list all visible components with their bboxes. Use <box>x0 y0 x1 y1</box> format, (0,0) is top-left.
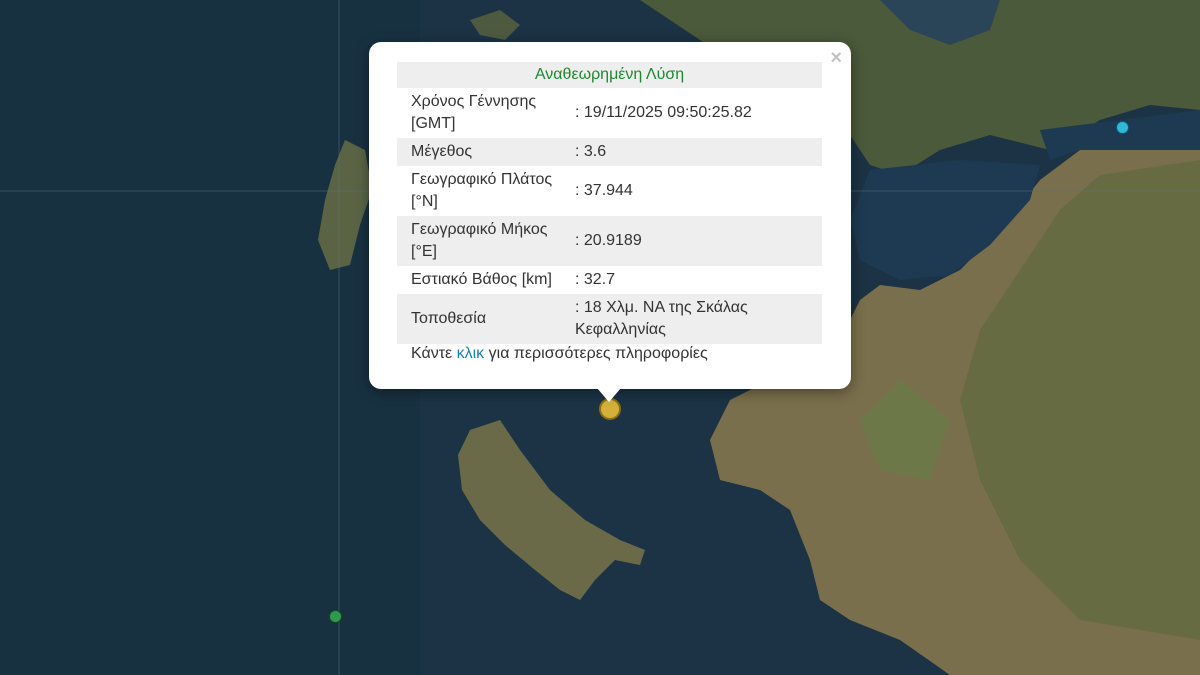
magnitude-value: : 3.6 <box>572 138 822 166</box>
depth-value: : 32.7 <box>575 271 616 288</box>
table-row: Τοποθεσία : 18 Χλμ. ΝΑ της Σκάλας Κεφαλλ… <box>397 294 822 344</box>
table-row: Γεωγραφικό Πλάτος [°N] : 37.944 <box>397 166 822 216</box>
latitude-value: : 37.944 <box>575 182 633 199</box>
depth-label: Εστιακό Βάθος [km] <box>411 271 552 288</box>
location-label: Τοποθεσία <box>397 294 572 344</box>
earthquake-marker-blue[interactable] <box>1116 121 1129 134</box>
longitude-label: Γεωγραφικό Μήκος [°E] <box>397 216 572 266</box>
more-info-text: Κάντε κλικ για περισσότερες πληροφορίες <box>411 345 708 363</box>
more-info-link[interactable]: κλικ <box>457 345 485 362</box>
revised-solution-heading: Αναθεωρημένη Λύση <box>397 62 822 88</box>
earthquake-details-table: Αναθεωρημένη Λύση Χρόνος Γέννησης [GMT] … <box>397 62 822 344</box>
latitude-label: Γεωγραφικό Πλάτος [°N] <box>411 171 553 210</box>
table-row: Εστιακό Βάθος [km] : 32.7 <box>397 266 822 294</box>
origin-time-value: : 19/11/2025 09:50:25.82 <box>575 104 752 121</box>
table-header-row: Αναθεωρημένη Λύση <box>397 62 822 88</box>
close-icon[interactable]: × <box>830 48 842 68</box>
origin-time-label: Χρόνος Γέννησης [GMT] <box>411 93 537 132</box>
earthquake-info-popup: × Αναθεωρημένη Λύση Χρόνος Γέννησης [GMT… <box>369 42 851 389</box>
magnitude-label: Μέγεθος <box>397 138 572 166</box>
longitude-value: : 20.9189 <box>572 216 822 266</box>
more-info-suffix: για περισσότερες πληροφορίες <box>484 345 708 362</box>
popup-pointer <box>597 388 621 402</box>
more-info-prefix: Κάντε <box>411 345 457 362</box>
table-row: Χρόνος Γέννησης [GMT] : 19/11/2025 09:50… <box>397 88 822 138</box>
location-value: : 18 Χλμ. ΝΑ της Σκάλας Κεφαλληνίας <box>572 294 822 344</box>
table-row: Γεωγραφικό Μήκος [°E] : 20.9189 <box>397 216 822 266</box>
table-row: Μέγεθος : 3.6 <box>397 138 822 166</box>
earthquake-marker-green[interactable] <box>329 610 342 623</box>
